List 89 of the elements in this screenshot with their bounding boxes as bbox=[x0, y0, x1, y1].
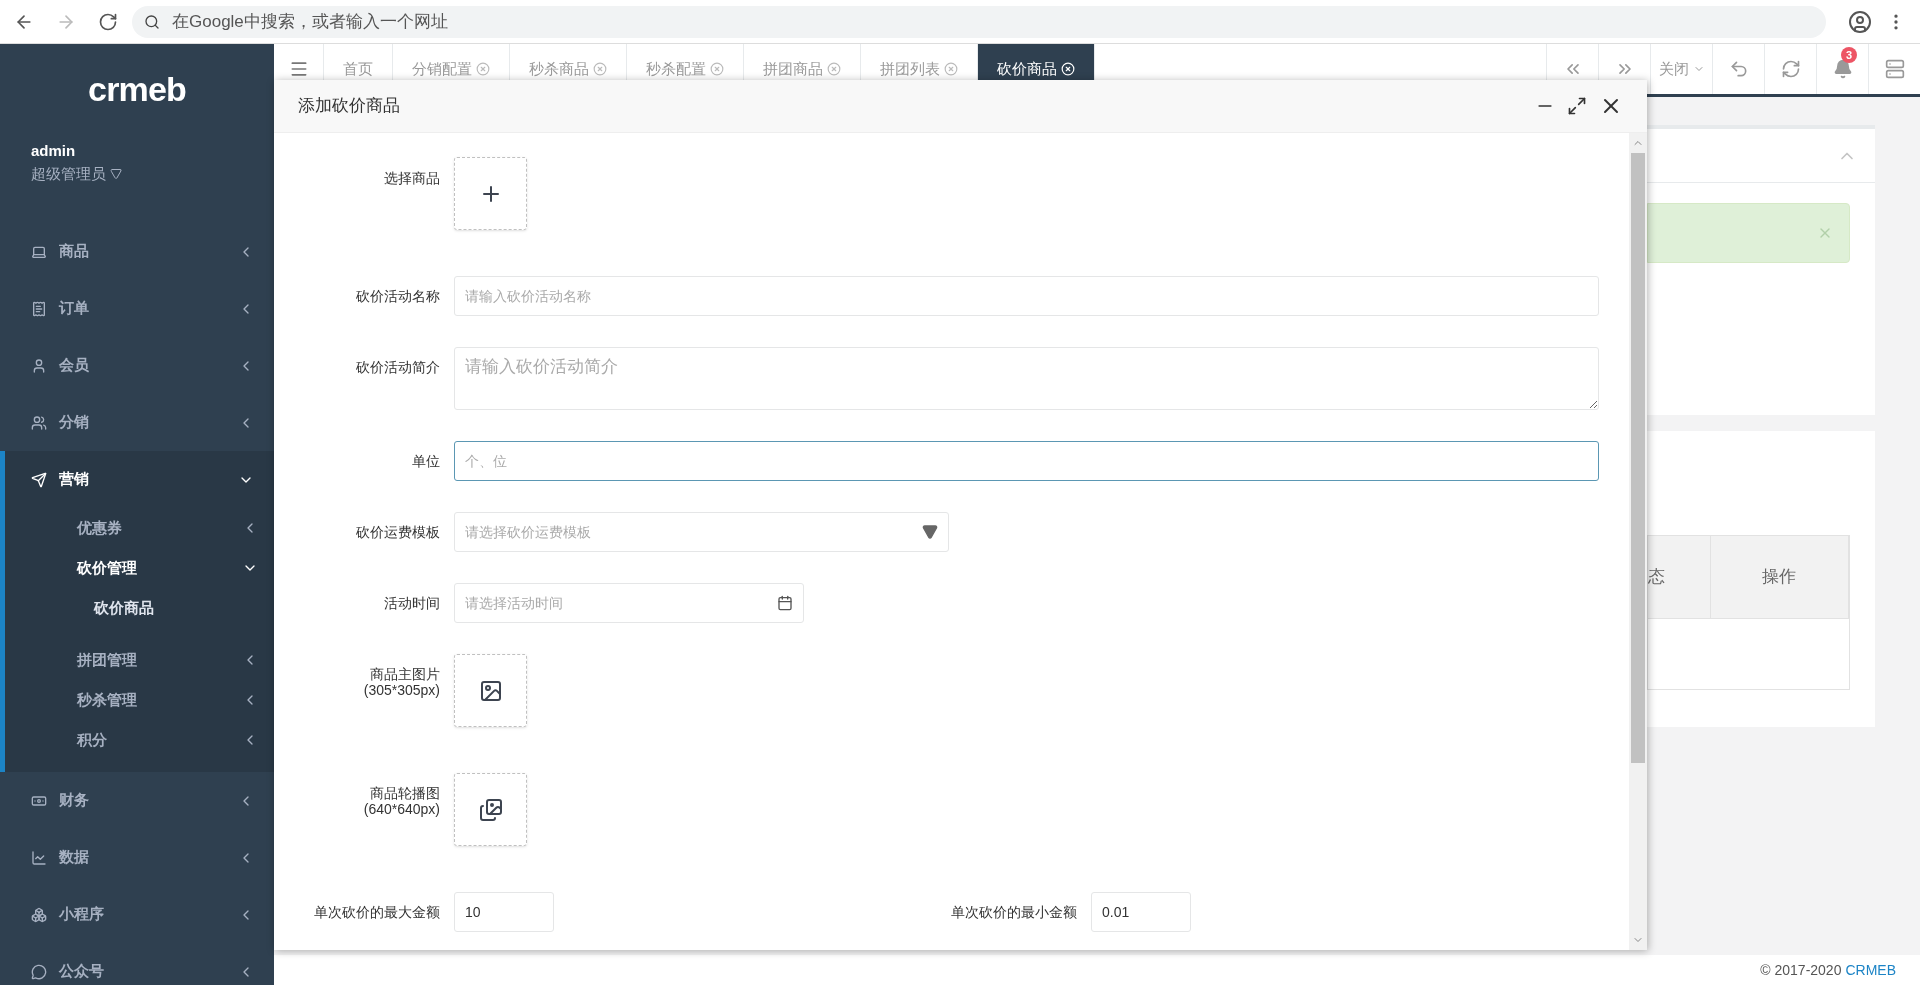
tab-label: 砍价商品 bbox=[997, 58, 1057, 79]
nav-subitem[interactable]: 砍价商品 bbox=[5, 588, 274, 628]
nav-label: 公众号 bbox=[59, 961, 104, 982]
nav-label: 砍价管理 bbox=[77, 557, 137, 578]
close-menu-button[interactable]: 关闭 bbox=[1650, 44, 1712, 94]
date-placeholder: 请选择活动时间 bbox=[465, 593, 563, 613]
nav-subitem[interactable]: 砍价管理 bbox=[5, 548, 274, 588]
nav-label: 小程序 bbox=[59, 904, 104, 925]
user-name: admin bbox=[31, 141, 77, 161]
nav-subitem[interactable]: 拼团管理 bbox=[5, 640, 274, 680]
modal-title: 添加砍价商品 bbox=[298, 95, 400, 118]
nav-label: 秒杀管理 bbox=[77, 689, 137, 710]
tab-label: 拼团列表 bbox=[880, 58, 940, 79]
nav-item[interactable]: 数据 bbox=[0, 829, 274, 886]
upload-box[interactable] bbox=[454, 654, 527, 727]
tab-label: 秒杀商品 bbox=[529, 58, 589, 79]
field-label: 砍价活动名称 bbox=[355, 288, 441, 304]
field-label: 商品轮播图 bbox=[370, 785, 440, 801]
nav-subitem[interactable]: 积分 bbox=[5, 720, 274, 760]
list-icon[interactable] bbox=[1884, 59, 1905, 79]
address-placeholder: 在Google中搜索，或者输入一个网址 bbox=[172, 10, 448, 33]
field-label: 选择商品 bbox=[383, 169, 441, 186]
nav-label: 优惠券 bbox=[77, 517, 122, 538]
field-label: 砍价活动简介 bbox=[355, 358, 441, 375]
receipt-icon bbox=[31, 300, 47, 317]
table-header-cell: 操作 bbox=[1710, 536, 1849, 618]
nav-item[interactable]: 财务 bbox=[0, 772, 274, 829]
profile-icon[interactable] bbox=[1848, 9, 1872, 34]
users-icon bbox=[31, 414, 47, 431]
calendar-icon bbox=[777, 595, 793, 611]
caret-icon bbox=[922, 524, 938, 540]
image-icon bbox=[478, 678, 503, 703]
textarea-input[interactable]: 请输入砍价活动简介 bbox=[454, 347, 1599, 410]
refresh-icon[interactable] bbox=[1780, 59, 1801, 79]
nav-label: 拼团管理 bbox=[77, 649, 137, 670]
reload-icon[interactable] bbox=[98, 11, 118, 32]
nav-item[interactable]: 订单 bbox=[0, 280, 274, 337]
field-label: 单位 bbox=[411, 453, 441, 469]
table-header-cell: 态 bbox=[1648, 536, 1711, 618]
nav-label: 分销 bbox=[59, 412, 89, 433]
address-bar[interactable]: 在Google中搜索，或者输入一个网址 bbox=[132, 5, 1826, 38]
nav-item[interactable]: 小程序 bbox=[0, 886, 274, 943]
paper-plane-icon bbox=[31, 471, 47, 488]
select-placeholder: 请选择砍价运费模板 bbox=[465, 522, 591, 542]
number-input[interactable]: 0.01 bbox=[1091, 892, 1191, 932]
tab-label: 首页 bbox=[343, 58, 373, 79]
number-input[interactable]: 10 bbox=[454, 892, 554, 932]
field-hint: (640*640px) bbox=[363, 801, 440, 817]
field-label: 商品主图片 bbox=[370, 666, 440, 682]
copyright-text: © 2017-2020 bbox=[1760, 960, 1842, 980]
line-chart-icon bbox=[31, 849, 47, 866]
scrollbar[interactable] bbox=[1629, 133, 1647, 950]
field-label: 单次砍价的最小金额 bbox=[950, 902, 1078, 922]
bell-icon[interactable] bbox=[1832, 59, 1853, 79]
tab-label: 拼团商品 bbox=[763, 58, 823, 79]
caret-icon bbox=[110, 167, 122, 180]
maximize-icon[interactable] bbox=[1567, 96, 1587, 116]
nav-item[interactable]: 营销 bbox=[5, 451, 274, 508]
boxes-icon bbox=[31, 906, 47, 923]
nav-item[interactable]: 分销 bbox=[0, 394, 274, 451]
notification-badge: 3 bbox=[1841, 47, 1858, 63]
chat-icon bbox=[31, 963, 47, 980]
nav-item[interactable]: 会员 bbox=[0, 337, 274, 394]
images-icon bbox=[478, 797, 503, 822]
nav-label: 财务 bbox=[59, 790, 89, 811]
nav-label: 订单 bbox=[59, 298, 89, 319]
nav-label: 商品 bbox=[59, 241, 89, 262]
logo: crmeb bbox=[88, 72, 186, 106]
tab-label: 分销配置 bbox=[412, 58, 472, 79]
field-label: 单次砍价的最大金额 bbox=[313, 904, 441, 920]
footer-link[interactable]: CRMEB bbox=[1845, 959, 1896, 981]
upload-box[interactable] bbox=[454, 773, 527, 846]
tab-label: 秒杀配置 bbox=[646, 58, 706, 79]
undo-icon[interactable] bbox=[1728, 59, 1749, 79]
nav-label: 积分 bbox=[77, 729, 107, 750]
user-role: 超级管理员 bbox=[31, 163, 106, 184]
nav-label: 会员 bbox=[59, 355, 89, 376]
search-icon bbox=[144, 13, 160, 30]
text-input[interactable]: 个、位 bbox=[454, 441, 1599, 481]
field-label: 活动时间 bbox=[383, 595, 441, 611]
nav-subitem[interactable]: 优惠券 bbox=[5, 508, 274, 548]
nav-label: 数据 bbox=[59, 847, 89, 868]
nav-subitem[interactable]: 秒杀管理 bbox=[5, 680, 274, 720]
field-label: 砍价运费模板 bbox=[355, 524, 441, 540]
user-icon bbox=[31, 357, 47, 374]
nav-label: 营销 bbox=[59, 469, 89, 490]
nav-item[interactable]: 商品 bbox=[0, 223, 274, 280]
field-hint: (305*305px) bbox=[363, 682, 440, 698]
nav-item[interactable]: 公众号 bbox=[0, 943, 274, 985]
